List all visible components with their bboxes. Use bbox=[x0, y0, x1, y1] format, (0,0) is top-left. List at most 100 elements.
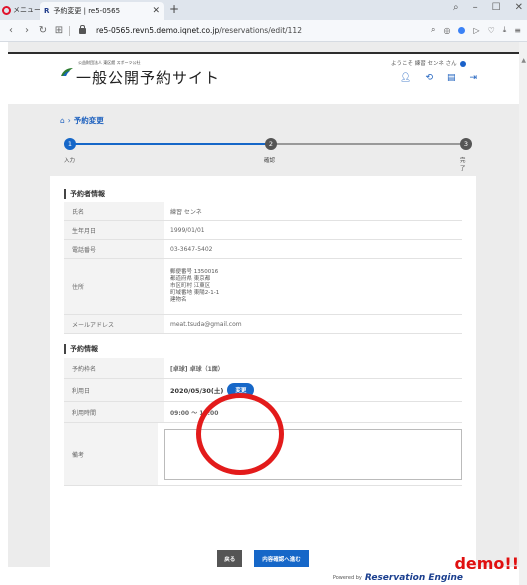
opera-menu-button[interactable]: メニュー bbox=[2, 3, 41, 17]
vpn-icon[interactable] bbox=[458, 26, 466, 34]
breadcrumb: ⌂ › 予約変更 bbox=[60, 115, 104, 126]
row-label: メールアドレス bbox=[64, 315, 164, 333]
address-line: 都道府県 東京都 bbox=[170, 276, 211, 282]
row-label: 電話番号 bbox=[64, 240, 164, 258]
row-email: メールアドレス meat.tsuda@gmail.com bbox=[64, 315, 462, 334]
reservation-section-title: 予約情報 bbox=[64, 344, 98, 354]
back-button[interactable]: 戻る bbox=[217, 550, 243, 568]
download-icon[interactable]: ⤓ bbox=[503, 25, 507, 35]
user-icon[interactable]: 👤︎ bbox=[400, 73, 411, 83]
menu-icon[interactable]: ≡ bbox=[514, 26, 521, 35]
menu-label: メニュー bbox=[13, 6, 41, 14]
row-label: 備考 bbox=[64, 423, 158, 485]
row-value: 郵便番号 1350016 都道府県 東京都 市区町村 江東区 町域番地 東陽2-… bbox=[164, 259, 462, 314]
welcome-label: ようこそ 練習 センネ さん bbox=[391, 61, 457, 67]
row-phone: 電話番号 03-3647-5402 bbox=[64, 240, 462, 259]
browser-tab-bar: メニュー R 予約変更 | re5-0565 ✕ + ⌕ – ☐ ✕ bbox=[0, 0, 527, 20]
form-panel: 予約者情報 氏名 練習 センネ 生年月日 1999/01/01 電話番号 03-… bbox=[50, 176, 476, 576]
row-slot-name: 予約枠名 [卓球] 卓球（1面） bbox=[64, 358, 462, 379]
row-value: 1999/01/01 bbox=[170, 226, 205, 234]
header-icons: 👤︎ ⟲ ▤ ⇥ bbox=[400, 73, 477, 83]
history-icon[interactable]: ⟲ bbox=[425, 73, 433, 83]
step-3-circle: 3 bbox=[460, 138, 472, 150]
search-icon[interactable]: ⌕ bbox=[431, 25, 435, 35]
url-field[interactable]: re5-0565.revn5.demo.iqnet.co.jp/reservat… bbox=[96, 26, 302, 35]
opera-logo-icon bbox=[2, 5, 11, 15]
step-line-inactive bbox=[272, 143, 460, 145]
close-window-icon[interactable]: ✕ bbox=[515, 2, 523, 13]
maximize-icon[interactable]: ☐ bbox=[492, 2, 501, 13]
address-lines: 郵便番号 1350016 都道府県 東京都 市区町村 江東区 町域番地 東陽2-… bbox=[170, 269, 219, 304]
row-label: 生年月日 bbox=[64, 221, 164, 239]
row-birthdate: 生年月日 1999/01/01 bbox=[64, 221, 462, 240]
step-1-circle: 1 bbox=[64, 138, 76, 150]
address-line: 建物名 bbox=[170, 297, 187, 303]
action-buttons: 戻る 内容確認へ進む bbox=[50, 550, 476, 568]
row-label: 住所 bbox=[64, 259, 164, 314]
address-bar-icons: ⌕ ◎ ▷ ♡ ⤓ ≡ bbox=[431, 25, 521, 35]
page-viewport: 公益財団法人 東区館 スポーツ公社 一般公開予約サイト ようこそ 練習 センネ … bbox=[8, 42, 519, 585]
heart-icon[interactable]: ♡ bbox=[488, 26, 495, 35]
address-bar: ‹ › ↻ ⊞ re5-0565.revn5.demo.iqnet.co.jp/… bbox=[0, 20, 527, 42]
row-label: 利用日 bbox=[64, 379, 164, 401]
progress-stepper: 1 2 3 入力 確認 完了 bbox=[60, 138, 472, 172]
scroll-up-icon[interactable]: ▲ bbox=[521, 57, 526, 64]
row-address: 住所 郵便番号 1350016 都道府県 東京都 市区町村 江東区 町域番地 東… bbox=[64, 259, 462, 315]
address-line: 町域番地 東陽2-1-1 bbox=[170, 290, 220, 296]
row-label: 氏名 bbox=[64, 202, 164, 220]
row-label: 予約枠名 bbox=[64, 358, 164, 378]
page-footer: Powered by Reservation Engine bbox=[8, 567, 519, 585]
help-icon[interactable] bbox=[459, 60, 466, 67]
home-icon[interactable]: ⌂ bbox=[60, 116, 65, 125]
annotation-circle bbox=[196, 393, 284, 475]
address-line: 市区町村 江東区 bbox=[170, 283, 211, 289]
step-2-label: 確認 bbox=[264, 158, 276, 164]
step-1-label: 入力 bbox=[64, 158, 76, 164]
page-title: 予約変更 bbox=[73, 116, 104, 125]
step-line-active bbox=[70, 143, 266, 145]
row-value: [卓球] 卓球（1面） bbox=[170, 365, 224, 373]
use-date-value: 2020/05/30(土) bbox=[170, 387, 224, 395]
scrollbar[interactable] bbox=[519, 42, 527, 585]
camera-icon[interactable]: ◎ bbox=[443, 26, 450, 35]
speed-dial-icon[interactable]: ⊞ bbox=[54, 25, 64, 36]
url-host: re5-0565.revn5.demo.iqnet.co.jp bbox=[96, 26, 220, 35]
new-tab-icon[interactable]: + bbox=[169, 2, 179, 16]
breadcrumb-separator: › bbox=[67, 116, 71, 125]
row-value: meat.tsuda@gmail.com bbox=[170, 320, 242, 328]
search-tabs-icon[interactable]: ⌕ bbox=[453, 2, 459, 13]
row-name: 氏名 練習 センネ bbox=[64, 202, 462, 221]
site-title[interactable]: 一般公開予約サイト bbox=[76, 67, 220, 88]
tab-close-icon[interactable]: ✕ bbox=[152, 6, 160, 16]
row-label: 利用時間 bbox=[64, 402, 164, 422]
welcome-text: ようこそ 練習 センネ さん bbox=[391, 59, 466, 67]
send-icon[interactable]: ▷ bbox=[473, 26, 479, 35]
reservation-engine-logo: Reservation Engine bbox=[364, 573, 463, 583]
back-nav-icon[interactable]: ‹ bbox=[6, 25, 16, 36]
org-name: 公益財団法人 東区館 スポーツ公社 bbox=[78, 60, 141, 65]
document-icon[interactable]: ▤ bbox=[447, 73, 456, 83]
reload-icon[interactable]: ↻ bbox=[38, 25, 48, 36]
powered-by-label: Powered by bbox=[332, 575, 362, 581]
address-separator bbox=[69, 25, 70, 36]
address-line: 郵便番号 1350016 bbox=[170, 269, 219, 275]
step-2-circle: 2 bbox=[265, 138, 277, 150]
tab-title: 予約変更 | re5-0565 bbox=[53, 7, 121, 15]
forward-nav-icon[interactable]: › bbox=[22, 25, 32, 36]
powered-by: Powered by Reservation Engine bbox=[333, 573, 463, 583]
site-logo-icon[interactable] bbox=[60, 67, 74, 77]
row-value: 2020/05/30(土) 変更 bbox=[164, 379, 462, 401]
step-3-label: 完了 bbox=[460, 158, 466, 172]
confirm-button[interactable]: 内容確認へ進む bbox=[254, 550, 309, 568]
logout-icon[interactable]: ⇥ bbox=[470, 73, 478, 83]
minimize-icon[interactable]: – bbox=[473, 2, 478, 13]
url-path: /reservations/edit/112 bbox=[219, 26, 302, 35]
window-controls: ⌕ – ☐ ✕ bbox=[453, 2, 523, 13]
lock-icon[interactable] bbox=[79, 24, 86, 34]
row-value: 練習 センネ bbox=[170, 208, 202, 216]
row-value: 03-3647-5402 bbox=[170, 245, 213, 253]
demo-watermark: demo!! bbox=[454, 554, 519, 573]
browser-tab[interactable]: R 予約変更 | re5-0565 ✕ bbox=[40, 2, 164, 20]
tab-favicon-icon: R bbox=[44, 7, 50, 15]
reserver-section-title: 予約者情報 bbox=[64, 189, 105, 199]
